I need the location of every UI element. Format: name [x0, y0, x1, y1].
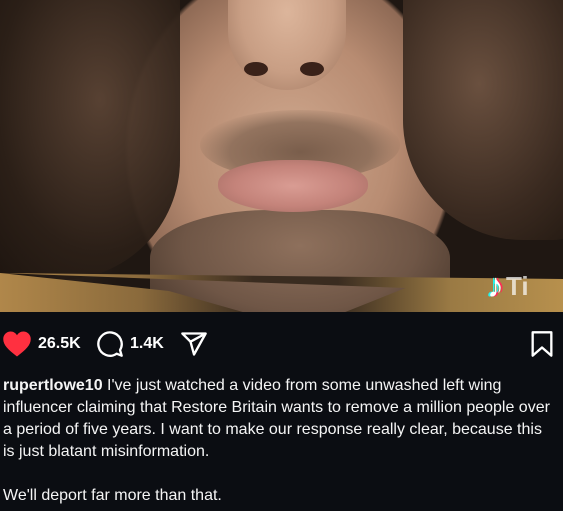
- tiktok-icon: ♪: [487, 266, 504, 305]
- tiktok-watermark-text: Ti: [506, 270, 529, 301]
- bookmark-icon[interactable]: [530, 330, 554, 358]
- video-nostril-left: [244, 62, 268, 76]
- post-video[interactable]: ♪ Ti: [0, 0, 563, 312]
- caption-second-paragraph: We'll deport far more than that.: [3, 487, 222, 504]
- send-icon[interactable]: [180, 330, 208, 358]
- video-nostril-right: [300, 62, 324, 76]
- comment-count: 1.4K: [130, 335, 164, 352]
- like-group: 26.5K: [2, 330, 81, 358]
- like-count: 26.5K: [38, 335, 81, 352]
- video-hair-right: [403, 0, 563, 240]
- username-link[interactable]: rupertlowe10: [3, 377, 103, 394]
- heart-icon[interactable]: [2, 330, 32, 358]
- comment-group: 1.4K: [96, 330, 164, 358]
- video-nose: [228, 0, 346, 90]
- video-lips: [218, 160, 368, 212]
- tiktok-watermark: ♪ Ti: [487, 266, 529, 305]
- comment-icon[interactable]: [96, 330, 124, 358]
- post-caption: rupertlowe10 I've just watched a video f…: [3, 375, 555, 507]
- caption-paragraph: rupertlowe10 I've just watched a video f…: [3, 375, 555, 463]
- post-actions-bar: 26.5K 1.4K: [0, 312, 563, 368]
- video-hair-left: [0, 0, 180, 280]
